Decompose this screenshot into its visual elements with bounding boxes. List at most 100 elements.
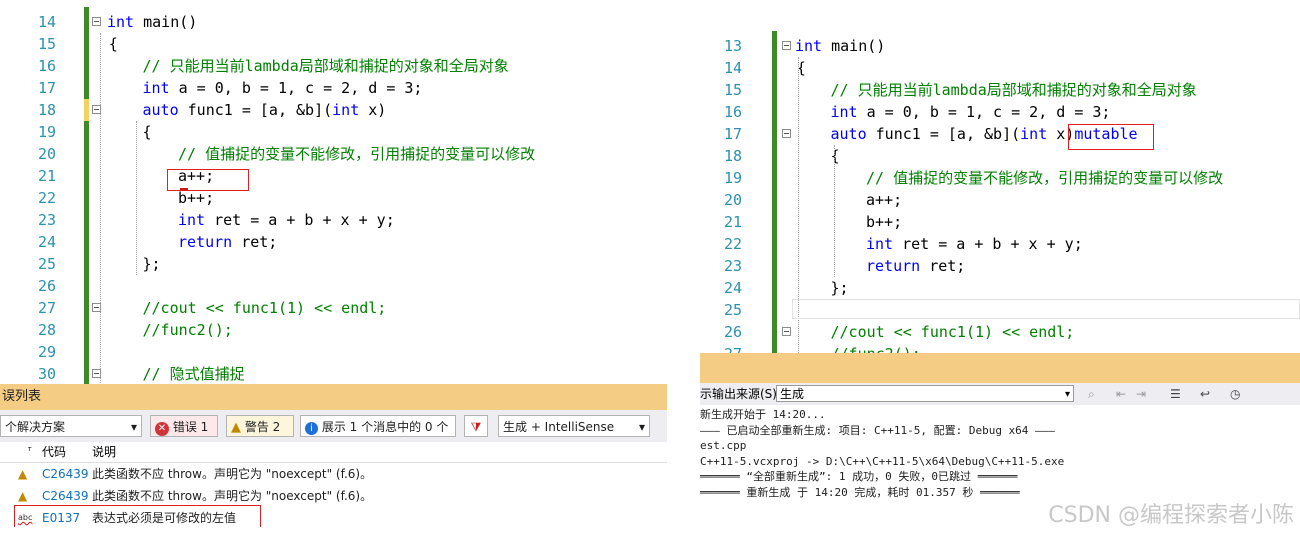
warnings-filter-button[interactable]: ▲ 警告 2 (226, 415, 294, 437)
indent-guide (100, 33, 101, 384)
comment-token: //func2(); (831, 345, 921, 353)
line-number: 27 (37, 299, 56, 317)
code-line: //cout << func1(1) << endl; (143, 297, 387, 319)
collapse-icon[interactable] (782, 327, 791, 336)
line-number: 27 (700, 343, 742, 353)
line-number: 13 (723, 37, 742, 55)
line-number: 14 (37, 13, 56, 31)
output-line: est.cpp (700, 439, 747, 452)
output-source-select[interactable]: 生成 ▾ (776, 385, 1074, 402)
comment-token: // 值捕捉的变量不能修改，引用捕捉的变量可以修改 (866, 169, 1224, 187)
line-number: 16 (723, 103, 742, 121)
build-source-value: 生成 + IntelliSense (503, 420, 615, 434)
line-number: 18 (723, 147, 742, 165)
chevron-down-icon: ▾ (130, 420, 137, 434)
line-number: 15 (37, 35, 56, 53)
errors-count-label: 错误 1 (172, 420, 209, 434)
line-number: 21 (723, 213, 742, 231)
code-line: int a = 0, b = 1, c = 2, d = 3; (831, 101, 1111, 123)
line-number: 22 (37, 189, 56, 207)
error-row[interactable]: ▲ C26439 此类函数不应 throw。声明它为 "noexcept" (f.6… (0, 463, 667, 485)
line-number: 25 (37, 255, 56, 273)
indent-guide (136, 121, 137, 275)
code-line: //func2(); (143, 319, 233, 341)
line-number: 14 (723, 59, 742, 77)
code-line: { (831, 145, 840, 167)
line-number: 26 (37, 277, 56, 295)
messages-count-label: 展示 1 个消息中的 0 个 (321, 420, 449, 434)
error-description: 此类函数不应 throw。声明它为 "noexcept" (f.6)。 (92, 489, 373, 503)
errors-filter-button[interactable]: ✕ 错误 1 (150, 415, 218, 437)
comment-token: // 只能用当前lambda局部域和捕捉的对象和全局对象 (142, 57, 509, 75)
right-code-editor[interactable]: 13 int main() 14 {15 // 只能用当前lambda局部域和捕捉的对象… (700, 30, 1300, 353)
line-number: 30 (37, 365, 56, 383)
mutable-highlight-box (1068, 124, 1154, 150)
code-line: // 值捕捉的变量不能修改，引用捕捉的变量可以修改 (866, 167, 1223, 189)
code-line: }; (143, 253, 161, 275)
code-line: //func2(); (831, 343, 921, 353)
code-token: ret = a + b + x + y; (214, 211, 395, 229)
keyword-token: return (178, 233, 233, 251)
comment-token: // 值捕捉的变量不能修改，引用捕捉的变量可以修改 (178, 145, 536, 163)
sort-icon[interactable]: ᵀ (28, 442, 31, 462)
code-line: // 隐式值捕捉 (143, 363, 245, 384)
keyword-token: int (866, 235, 894, 253)
error-code-link[interactable]: C26439 (42, 463, 89, 485)
next-message-icon[interactable]: ⇥ (1136, 383, 1146, 405)
code-token: { (142, 123, 152, 141)
clear-all-icon[interactable]: ☰ (1170, 383, 1181, 405)
collapse-icon[interactable] (782, 129, 791, 138)
line-number: 17 (723, 125, 742, 143)
watermark: CSDN @编程探索者小陈 (1048, 503, 1294, 528)
code-line: int ret = a + b + x + y; (178, 209, 395, 231)
keyword-token: return (866, 257, 921, 275)
error-list-header: ᵀ 代码 说明 (0, 442, 667, 463)
find-message-icon[interactable]: ⌕ (1088, 383, 1095, 405)
collapse-icon[interactable] (782, 41, 791, 50)
build-source-select[interactable]: 生成 + IntelliSense ▾ (498, 415, 650, 437)
filter-button[interactable]: ⧩ (464, 415, 488, 437)
keyword-token: int (1020, 125, 1048, 143)
column-description[interactable]: 说明 (92, 442, 116, 462)
code-line: auto func1 = [a, &b](int x) (143, 99, 387, 121)
scope-select[interactable]: 个解决方案 ▾ (0, 415, 142, 437)
error-code-link[interactable]: C26439 (42, 485, 89, 507)
column-code[interactable]: 代码 (42, 442, 66, 462)
change-tracking-bar (84, 7, 89, 384)
line-number: 15 (723, 81, 742, 99)
line-number: 19 (37, 123, 56, 141)
code-line: return ret; (178, 231, 277, 253)
code-token: main() (831, 37, 886, 55)
collapse-icon[interactable] (92, 17, 101, 26)
error-icon: ✕ (155, 422, 169, 436)
line-number: 24 (723, 279, 742, 297)
comment-token: // 只能用当前lambda局部域和捕捉的对象和全局对象 (830, 81, 1197, 99)
indent-guide (834, 145, 835, 277)
messages-filter-button[interactable]: i 展示 1 个消息中的 0 个 (300, 415, 456, 437)
output-panel: 示输出来源(S): 生成 ▾ ⌕ ⇤ ⇥ ☰ ↩ ◷ 新生成开始于 14:20.… (700, 353, 1300, 518)
keyword-token: auto (142, 101, 179, 119)
change-tracking-bar (772, 31, 777, 353)
output-line: ——— 已启动全部重新生成: 项目: C++11-5, 配置: Debug x6… (700, 423, 1055, 437)
line-number: 25 (723, 301, 742, 319)
comment-token: //cout << func1(1) << endl; (142, 299, 387, 317)
code-line: // 只能用当前lambda局部域和捕捉的对象和全局对象 (143, 55, 509, 77)
word-wrap-icon[interactable]: ↩ (1200, 383, 1210, 405)
error-row[interactable]: ▲ C26439 此类函数不应 throw。声明它为 "noexcept" (f.6… (0, 485, 667, 507)
error-list-toolbar: 个解决方案 ▾ ✕ 错误 1 ▲ 警告 2 i 展示 1 个消息中的 0 个 ⧩… (0, 410, 667, 442)
clock-icon[interactable]: ◷ (1230, 383, 1240, 405)
scope-value: 个解决方案 (5, 420, 66, 434)
keyword-token: int (178, 211, 206, 229)
line-number: 21 (37, 167, 56, 185)
code-token: ret = a + b + x + y; (902, 235, 1083, 253)
code-line: a++; (866, 189, 902, 211)
left-code-editor[interactable]: 14 int main() 15 {16 // 只能用当前lambda局部域和捕捉的对象… (0, 0, 667, 384)
keyword-token: auto (830, 125, 867, 143)
code-line: }; (831, 277, 849, 299)
previous-message-icon[interactable]: ⇤ (1116, 383, 1126, 405)
left-screenshot: 14 int main() 15 {16 // 只能用当前lambda局部域和捕捉的对象… (0, 0, 667, 527)
output-line: ══════ “全部重新生成”: 1 成功，0 失败，0已跳过 ══════ (700, 470, 1018, 483)
keyword-token: int (795, 37, 823, 55)
comment-token: //func2(); (142, 321, 233, 339)
code-token: { (830, 147, 840, 165)
